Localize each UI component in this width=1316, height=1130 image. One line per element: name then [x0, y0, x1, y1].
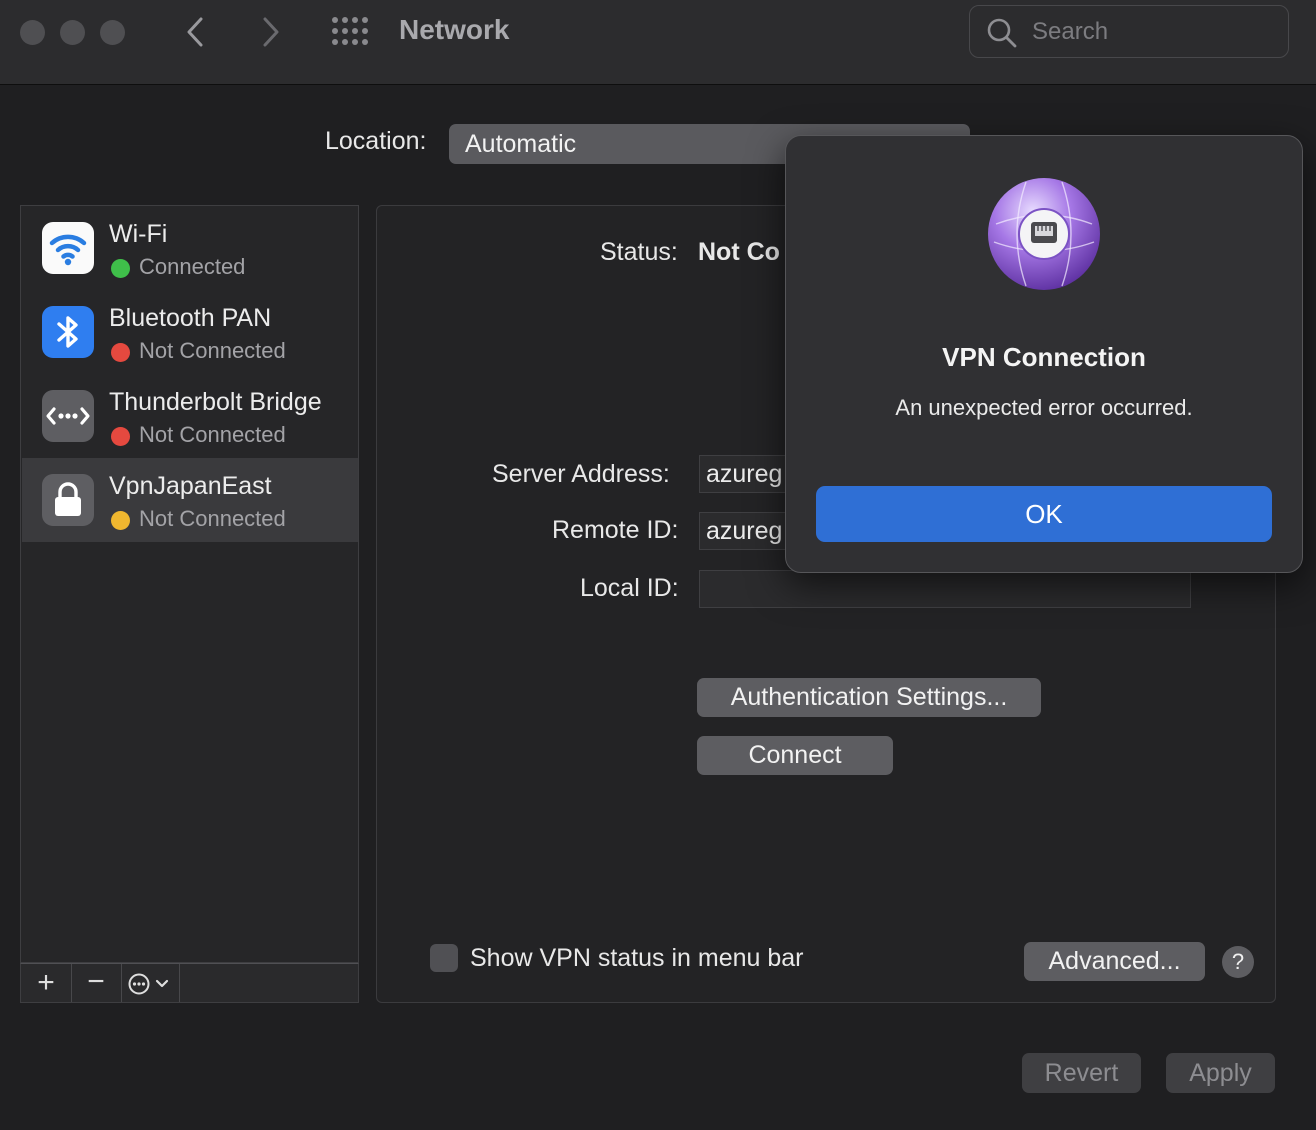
remove-service-button[interactable]: − [71, 964, 122, 1002]
show-vpn-status-label: Show VPN status in menu bar [470, 944, 804, 972]
local-id-label: Local ID: [580, 574, 679, 602]
forward-arrow-icon[interactable] [252, 14, 288, 50]
lock-icon [42, 474, 94, 526]
window-title: Network [399, 14, 510, 45]
search-input[interactable] [1030, 16, 1274, 48]
minimize-window-button[interactable] [60, 20, 85, 45]
service-name: Wi-Fi [109, 220, 168, 248]
network-globe-icon [988, 178, 1100, 290]
add-service-button[interactable]: + [21, 964, 72, 1002]
service-status: Connected [139, 254, 246, 279]
apply-button[interactable]: Apply [1166, 1053, 1275, 1093]
connect-button[interactable]: Connect [697, 736, 893, 775]
ellipsis-circle-icon [128, 973, 169, 995]
show-all-grid-icon[interactable] [332, 17, 368, 47]
service-name: Bluetooth PAN [109, 304, 272, 332]
authentication-settings-button[interactable]: Authentication Settings... [697, 678, 1041, 717]
service-actions-menu-button[interactable] [121, 964, 180, 1002]
status-dot [111, 427, 130, 446]
service-status: Not Connected [139, 338, 286, 363]
search-field[interactable] [969, 5, 1289, 58]
status-dot [111, 511, 130, 530]
service-name: Thunderbolt Bridge [109, 388, 322, 416]
status-dot [111, 259, 130, 278]
service-list-toolbar: + − [20, 963, 359, 1003]
help-button[interactable]: ? [1222, 946, 1254, 978]
status-dot [111, 343, 130, 362]
remote-id-label: Remote ID: [552, 516, 679, 544]
service-item-thunderbolt-bridge[interactable]: Thunderbolt Bridge Not Connected [22, 374, 358, 458]
status-label: Status: [600, 238, 678, 266]
thunderbolt-bridge-icon [42, 390, 94, 442]
show-vpn-status-checkbox[interactable] [430, 944, 458, 972]
local-id-field[interactable] [699, 570, 1191, 608]
advanced-button[interactable]: Advanced... [1024, 942, 1205, 981]
service-item-wifi[interactable]: Wi-Fi Connected [22, 206, 358, 290]
server-address-label: Server Address: [492, 460, 670, 488]
service-name: VpnJapanEast [109, 472, 272, 500]
vpn-error-alert: VPN Connection An unexpected error occur… [785, 135, 1303, 573]
close-window-button[interactable] [20, 20, 45, 45]
back-arrow-icon[interactable] [178, 14, 214, 50]
search-icon [987, 18, 1017, 48]
status-value: Not Co [698, 238, 780, 266]
ok-button[interactable]: OK [816, 486, 1272, 542]
revert-button[interactable]: Revert [1022, 1053, 1141, 1093]
service-status: Not Connected [139, 506, 286, 531]
alert-message: An unexpected error occurred. [895, 395, 1193, 420]
service-item-vpnjapaneast[interactable]: VpnJapanEast Not Connected [22, 458, 358, 542]
window-titlebar: Network [0, 0, 1316, 85]
service-item-bluetooth-pan[interactable]: Bluetooth PAN Not Connected [22, 290, 358, 374]
location-label: Location: [325, 127, 427, 155]
service-list: Wi-Fi Connected Bluetooth PAN Not Connec… [20, 205, 359, 963]
alert-title: VPN Connection [942, 342, 1146, 372]
zoom-window-button[interactable] [100, 20, 125, 45]
service-status: Not Connected [139, 422, 286, 447]
bluetooth-icon [42, 306, 94, 358]
wifi-icon [42, 222, 94, 274]
